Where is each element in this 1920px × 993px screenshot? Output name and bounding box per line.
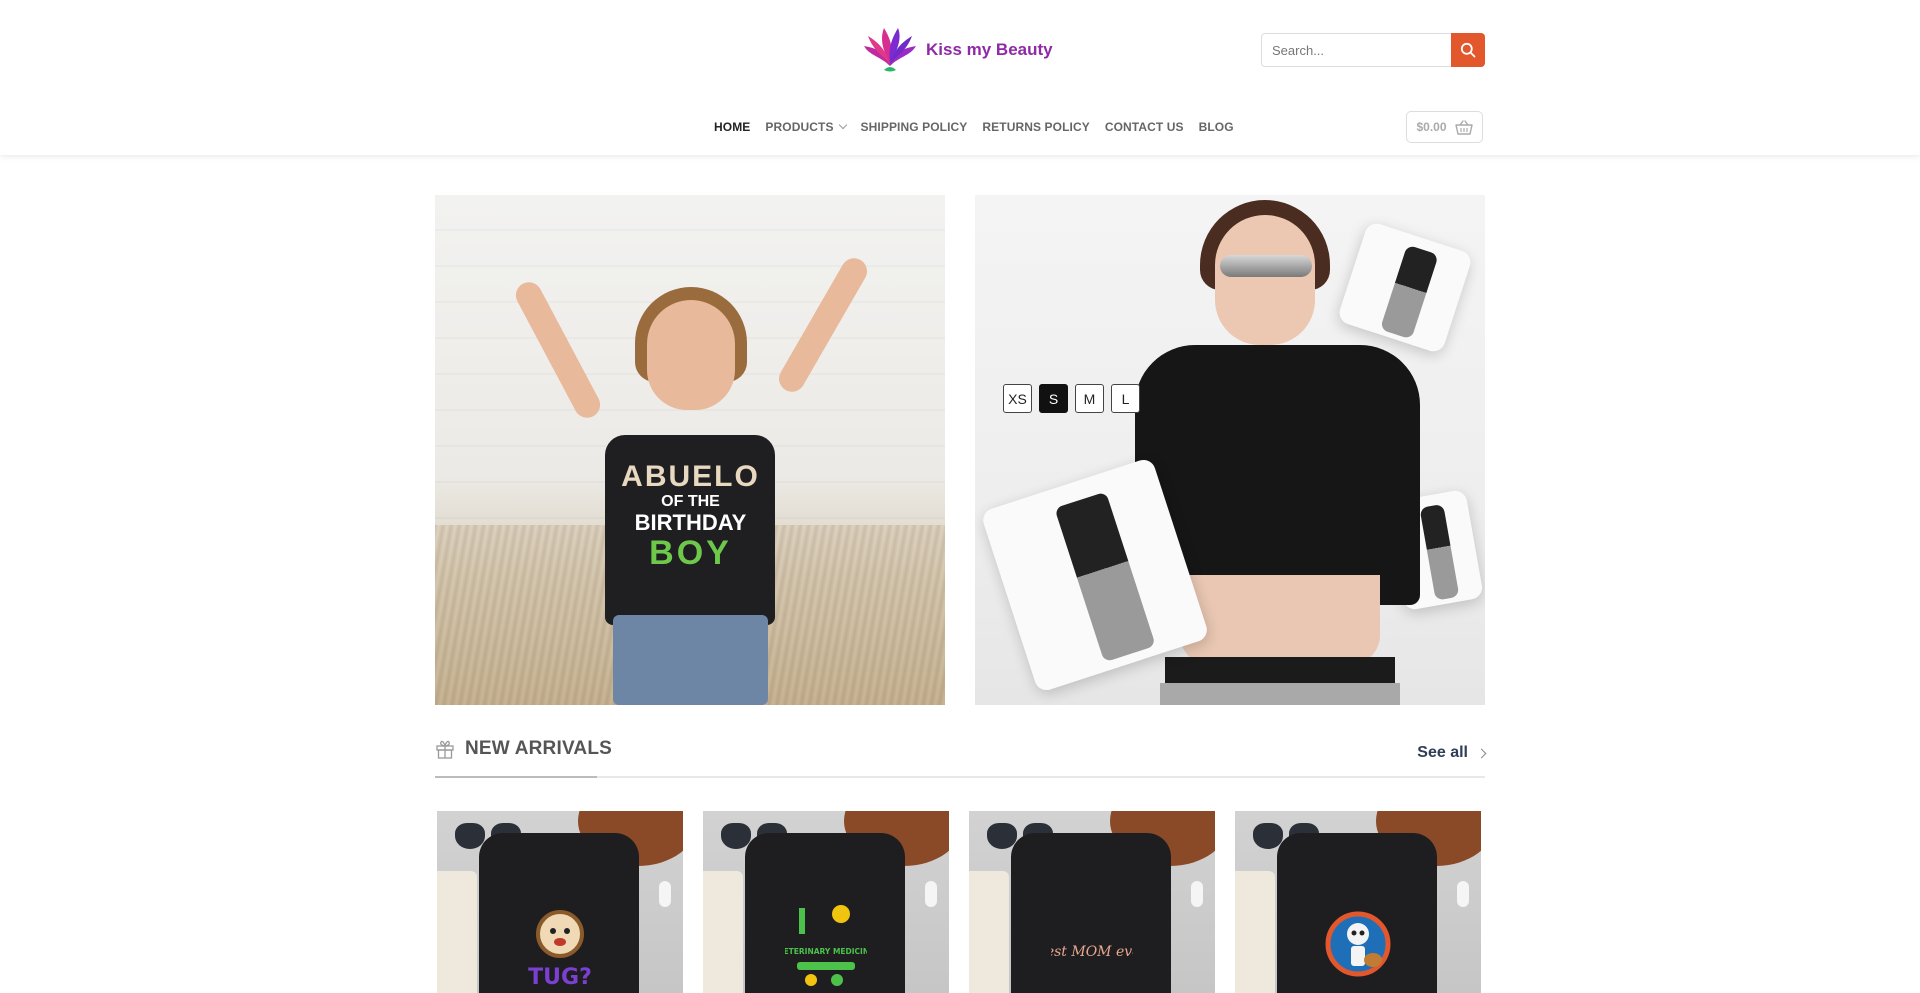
cloth-prop (969, 871, 1009, 993)
nav-item-label: RETURNS POLICY (982, 120, 1090, 134)
dog-graphic-icon: TUG? (519, 896, 601, 991)
product-card[interactable]: VETERINARY MEDICINE (703, 811, 949, 993)
size-option-xs: XS (1003, 384, 1032, 413)
lotus-logo-icon (864, 28, 916, 72)
tshirt-print: ABUELO OF THE BIRTHDAY BOY (613, 460, 768, 572)
basket-icon (1454, 119, 1473, 135)
print-line: OF THE (661, 493, 720, 510)
card-figure (1054, 491, 1156, 662)
nav-item-contact-us[interactable]: CONTACT US (1105, 120, 1184, 134)
kid-face (647, 300, 735, 410)
earbud-prop (1457, 881, 1469, 907)
model-midriff (1180, 575, 1380, 665)
search-button[interactable] (1451, 33, 1485, 67)
card-figure (1419, 503, 1460, 601)
floating-photo-card (1336, 220, 1474, 355)
new-arrivals-header: NEW ARRIVALS See all (435, 738, 1487, 778)
cart-button[interactable]: $0.00 (1406, 111, 1483, 143)
search-input[interactable] (1261, 33, 1451, 67)
model-waistband (1165, 657, 1395, 685)
hero-banner-model[interactable]: XS S M L (975, 195, 1485, 705)
skeleton-guitar-graphic-icon (1317, 896, 1399, 991)
nav-item-label: PRODUCTS (765, 120, 834, 134)
card-figure (1379, 244, 1439, 340)
hero-banner-kid[interactable]: ABUELO OF THE BIRTHDAY BOY (435, 195, 945, 705)
size-option-m: M (1075, 384, 1104, 413)
section-title-text: NEW ARRIVALS (465, 738, 613, 759)
see-all-label: See all (1417, 744, 1468, 761)
nav-item-blog[interactable]: BLOG (1199, 120, 1234, 134)
nav-item-label: SHIPPING POLICY (860, 120, 968, 134)
model-pants (1160, 683, 1400, 705)
nav-item-label: HOME (714, 120, 751, 134)
brand-name: Kiss my Beauty (926, 40, 1053, 59)
product-art-text: TUG? (528, 965, 592, 990)
product-card[interactable]: best MOM ever (969, 811, 1215, 993)
main-nav: HOME PRODUCTS SHIPPING POLICY RETURNS PO… (714, 118, 1234, 136)
product-art-text: best MOM ever (1051, 944, 1133, 960)
product-card[interactable] (1235, 811, 1481, 993)
search-bar (1261, 33, 1485, 67)
section-title: NEW ARRIVALS (435, 738, 612, 760)
product-card[interactable]: TUG? (437, 811, 683, 993)
chevron-right-icon (1476, 748, 1487, 758)
print-line: BIRTHDAY (634, 509, 747, 535)
cloth-prop (1235, 871, 1275, 993)
nav-item-label: BLOG (1198, 120, 1234, 134)
nav-item-label: CONTACT US (1104, 120, 1184, 134)
earbud-prop (659, 881, 671, 907)
product-grid: TUG? VETERINARY MEDICINE best MOM ev (437, 811, 1483, 993)
best-mom-graphic-icon: best MOM ever (1051, 896, 1133, 991)
nav-item-shipping-policy[interactable]: SHIPPING POLICY (861, 120, 968, 134)
size-selector: XS S M L (1003, 384, 1140, 413)
see-all-link[interactable]: See all (1417, 744, 1487, 762)
chevron-down-icon (838, 120, 847, 130)
veterinary-graphic-icon: VETERINARY MEDICINE (785, 896, 867, 991)
product-art-text: VETERINARY MEDICINE (785, 947, 867, 956)
brand-logo[interactable]: Kiss my Beauty (862, 26, 1053, 74)
model-face (1215, 215, 1315, 345)
print-line: ABUELO (621, 460, 760, 493)
kid-jeans (613, 615, 768, 705)
cart-total: $0.00 (1416, 120, 1447, 134)
size-option-l: L (1111, 384, 1140, 413)
sunglasses (1220, 255, 1312, 277)
nav-item-products[interactable]: PRODUCTS (765, 120, 847, 134)
cloth-prop (437, 871, 477, 993)
nav-item-home[interactable]: HOME (714, 120, 750, 134)
nav-item-returns-policy[interactable]: RETURNS POLICY (982, 120, 1089, 134)
site-header: Kiss my Beauty HOME PRODUCTS SHIPPING PO… (0, 0, 1920, 155)
earbud-prop (1191, 881, 1203, 907)
size-option-s: S (1039, 384, 1068, 413)
search-icon (1460, 42, 1476, 58)
print-line: BOY (649, 533, 732, 572)
cloth-prop (703, 871, 743, 993)
earbud-prop (925, 881, 937, 907)
gift-icon (436, 740, 454, 759)
